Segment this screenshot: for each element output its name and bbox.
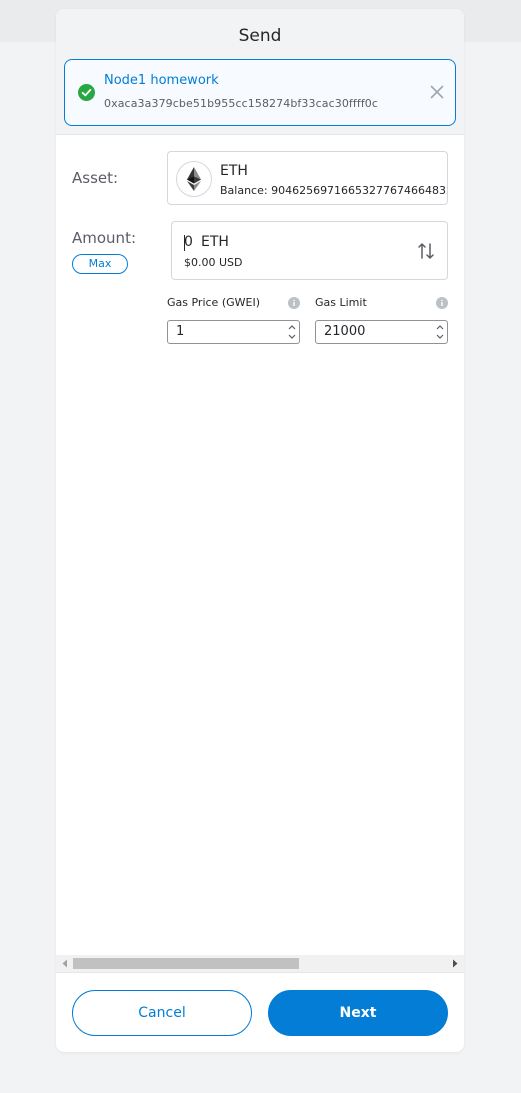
cancel-button[interactable]: Cancel bbox=[72, 990, 252, 1036]
header-divider bbox=[56, 134, 464, 135]
gas-price-stepper[interactable] bbox=[285, 321, 299, 343]
amount-input[interactable]: 0 ETH $0.00 USD bbox=[171, 221, 448, 280]
info-icon[interactable] bbox=[436, 297, 448, 309]
chevron-up-down-icon[interactable] bbox=[433, 321, 447, 343]
gas-limit-input[interactable]: 21000 bbox=[315, 320, 448, 344]
text-caret bbox=[184, 235, 185, 251]
gas-limit-stepper[interactable] bbox=[433, 321, 447, 343]
asset-symbol: ETH bbox=[220, 163, 248, 179]
max-button[interactable]: Max bbox=[72, 254, 128, 274]
amount-label: Amount: bbox=[72, 229, 136, 247]
amount-unit: ETH bbox=[201, 234, 229, 250]
footer-divider bbox=[56, 972, 464, 973]
info-icon[interactable] bbox=[288, 297, 300, 309]
close-icon[interactable] bbox=[429, 84, 445, 100]
horizontal-scrollbar[interactable] bbox=[56, 955, 464, 972]
check-circle-icon bbox=[78, 84, 95, 101]
asset-balance: Balance: 90462569716653277674664832038 bbox=[220, 184, 447, 197]
gas-price-label: Gas Price (GWEI) bbox=[167, 296, 261, 309]
scroll-right-arrow-icon[interactable] bbox=[451, 959, 459, 968]
recipient-address: 0xaca3a379cbe51b955cc158274bf33cac30ffff… bbox=[104, 97, 379, 110]
asset-label: Asset: bbox=[72, 169, 119, 187]
recipient-card[interactable]: Node1 homework 0xaca3a379cbe51b955cc1582… bbox=[64, 59, 456, 126]
recipient-name: Node1 homework bbox=[104, 73, 219, 88]
swap-arrows-icon[interactable] bbox=[417, 241, 435, 261]
gas-price-input[interactable]: 1 bbox=[167, 320, 300, 344]
next-button[interactable]: Next bbox=[268, 990, 448, 1036]
gas-price-value[interactable]: 1 bbox=[176, 324, 184, 339]
amount-fiat: $0.00 USD bbox=[184, 256, 243, 269]
gas-limit-value[interactable]: 21000 bbox=[324, 324, 365, 339]
gas-limit-label: Gas Limit bbox=[315, 296, 367, 309]
scroll-left-arrow-icon[interactable] bbox=[61, 959, 69, 968]
scrollbar-thumb[interactable] bbox=[73, 958, 299, 969]
send-panel: Send Node1 homework 0xaca3a379cbe51b955c… bbox=[56, 9, 464, 1052]
amount-value[interactable]: 0 bbox=[184, 234, 193, 250]
ethereum-icon bbox=[176, 161, 212, 197]
chevron-up-down-icon[interactable] bbox=[285, 321, 299, 343]
asset-selector[interactable]: ETH Balance: 904625697166532776746648320… bbox=[167, 151, 448, 205]
page-title: Send bbox=[238, 26, 282, 46]
